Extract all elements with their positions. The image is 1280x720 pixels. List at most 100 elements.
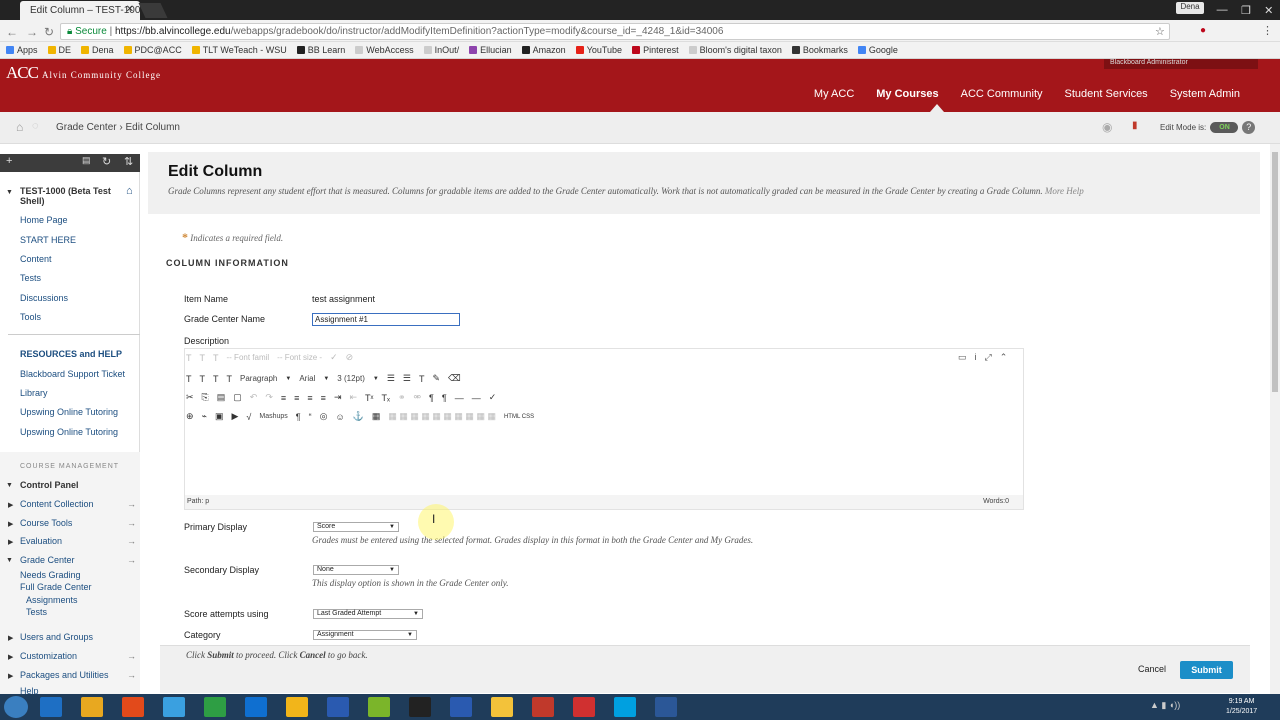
pinterest-ext-icon[interactable]: ● — [1200, 25, 1206, 36]
menu-link-library[interactable]: Library — [20, 388, 48, 398]
cp-packages[interactable]: ▶ Packages and Utilities → — [0, 668, 140, 686]
font-family-select[interactable]: -- Font famil — [227, 353, 270, 362]
more-help-link[interactable]: More Help — [1045, 186, 1084, 196]
close-tab-icon[interactable]: ✕ — [126, 4, 134, 15]
attach-icon[interactable]: ⌁ — [202, 411, 207, 422]
link-icon[interactable]: ⚭ — [398, 392, 406, 403]
preview-icon[interactable]: ▭ — [958, 352, 967, 363]
menu-link-tools[interactable]: Tools — [20, 312, 41, 322]
profile-button[interactable]: Dena — [1176, 2, 1204, 14]
link-icon[interactable]: ⊘ — [346, 352, 354, 363]
rtl-icon[interactable]: ¶ — [442, 393, 447, 403]
gc-name-input[interactable] — [312, 313, 460, 326]
nav-item-4[interactable]: System Admin — [1170, 88, 1240, 100]
control-panel-collapse-icon[interactable]: ▼ — [6, 482, 13, 489]
gc-full-grade-center[interactable]: Full Grade Center — [20, 582, 92, 592]
anchor-icon[interactable]: ⚓ — [353, 411, 364, 422]
home-page-icon[interactable]: ⌂ — [126, 185, 133, 197]
bookmark-6[interactable]: WebAccess — [355, 45, 414, 55]
bold-icon[interactable]: T — [186, 353, 192, 363]
college-logo[interactable]: ACC Alvin Community College — [6, 63, 161, 83]
undo-icon[interactable]: ↶ — [250, 392, 258, 403]
unlink-icon[interactable]: ⚮ — [413, 392, 421, 403]
breadcrumb-parent[interactable]: Grade Center — [56, 122, 117, 133]
edit-mode-toggle[interactable]: ON — [1210, 122, 1239, 133]
taskbar-app-icon[interactable] — [163, 697, 185, 717]
cp-users-groups[interactable]: ▶ Users and Groups — [0, 630, 140, 648]
page-scrollbar[interactable] — [1270, 144, 1280, 694]
justify-icon[interactable]: ≡ — [321, 393, 326, 403]
taskbar-app-icon[interactable] — [573, 697, 595, 717]
start-button-icon[interactable] — [4, 696, 28, 718]
highlight-icon[interactable]: ✎ — [432, 373, 440, 384]
table-tools-icon[interactable]: ▦ ▦ ▦ ▦ ▦ ▦ ▦ ▦ ▦ ▦ — [388, 411, 496, 422]
bookmark-10[interactable]: YouTube — [575, 45, 622, 55]
taskbar-app-icon[interactable] — [409, 697, 431, 717]
primary-display-select[interactable]: Score — [313, 522, 399, 532]
taskbar-app-icon[interactable] — [122, 697, 144, 717]
collapse-toolbar-icon[interactable]: ⌃ — [1000, 352, 1008, 363]
star-icon[interactable]: ☆ — [1155, 25, 1165, 38]
bookmark-7[interactable]: InOut/ — [423, 45, 459, 55]
italic-icon[interactable]: T — [200, 374, 206, 384]
cut-icon[interactable]: ✂ — [186, 392, 194, 403]
bold-icon[interactable]: T — [186, 374, 192, 384]
nav-item-1[interactable]: My Courses — [876, 88, 938, 100]
add-content-icon[interactable]: ⊕ — [186, 411, 194, 422]
paragraph-mark-icon[interactable]: ¶ — [296, 412, 301, 422]
spellcheck-icon[interactable]: ✓ — [330, 352, 338, 363]
subscript-icon[interactable]: Tₓ — [381, 393, 389, 403]
taskbar-app-icon[interactable] — [655, 697, 677, 717]
gc-assignments[interactable]: Assignments — [26, 595, 78, 605]
quote-icon[interactable]: “ — [309, 412, 312, 422]
reload-icon[interactable]: ↻ — [44, 25, 54, 39]
menu-link-upswing-2[interactable]: Upswing Online Tutoring — [20, 427, 118, 437]
gc-needs-grading[interactable]: Needs Grading — [20, 570, 81, 580]
indent-icon[interactable]: ⇥ — [334, 392, 342, 403]
minimize-icon[interactable]: — — [1217, 4, 1228, 16]
taskbar-app-icon[interactable] — [491, 697, 513, 717]
nav-item-3[interactable]: Student Services — [1065, 88, 1148, 100]
spellcheck-icon[interactable]: ✓ — [489, 392, 497, 403]
scrollbar-thumb[interactable] — [1272, 152, 1278, 392]
url-input[interactable]: 🔒︎ Secure | https://bb.alvincollege.edu/… — [60, 23, 1170, 40]
help-icon[interactable]: ? — [1242, 121, 1256, 134]
bookmark-9[interactable]: Amazon — [521, 45, 566, 55]
taskbar-app-icon[interactable] — [614, 697, 636, 717]
cp-grade-center[interactable]: ▼ Grade Center → — [0, 553, 140, 571]
align-right-icon[interactable]: ≡ — [307, 393, 312, 403]
special-char-icon[interactable]: ◎ — [320, 411, 328, 422]
maximize-icon[interactable]: ❐ — [1241, 4, 1251, 17]
bookmark-0[interactable]: Apps — [6, 45, 38, 55]
media-icon[interactable]: ▶ — [231, 411, 238, 422]
admin-user-menu[interactable]: Blackboard Administrator — [1104, 59, 1258, 69]
horizontal-rule-icon[interactable]: — — [455, 393, 464, 403]
menu-link-content[interactable]: Content — [20, 254, 52, 264]
superscript-icon[interactable]: Tˣ — [365, 393, 373, 403]
forward-icon[interactable]: → — [26, 25, 38, 39]
browser-tab[interactable]: Edit Column – TEST-1000 ✕ — [20, 1, 140, 20]
back-icon[interactable]: ← — [6, 25, 18, 39]
clock[interactable]: 9:19 AM 1/25/2017 — [1226, 697, 1257, 717]
secondary-display-select[interactable]: None — [313, 565, 399, 575]
bookmark-11[interactable]: Pinterest — [632, 45, 679, 55]
paragraph-select[interactable]: Paragraph — [240, 374, 277, 383]
submit-button[interactable]: Submit — [1180, 661, 1233, 679]
score-attempts-select[interactable]: Last Graded Attempt — [313, 609, 423, 619]
taskbar-app-icon[interactable] — [327, 697, 349, 717]
copy-icon[interactable]: ⎘ — [202, 392, 209, 403]
bookmark-5[interactable]: BB Learn — [296, 45, 345, 55]
fullscreen-icon[interactable]: ⤢ — [985, 352, 992, 363]
menu-link-support[interactable]: Blackboard Support Ticket — [20, 369, 125, 379]
bookmark-3[interactable]: PDC@ACC — [123, 45, 182, 55]
align-center-icon[interactable]: ≡ — [294, 393, 299, 403]
eye-icon[interactable]: ◉ — [1102, 120, 1112, 134]
bookmark-2[interactable]: Dena — [81, 45, 114, 55]
taskbar-app-icon[interactable] — [40, 697, 62, 717]
cp-evaluation[interactable]: ▶ Evaluation → — [0, 534, 140, 552]
menu-icon[interactable]: ⋮ — [1262, 24, 1273, 37]
text-color-icon[interactable]: T — [419, 374, 425, 384]
bookmark-12[interactable]: Bloom's digital taxon — [688, 45, 782, 55]
taskbar-app-icon[interactable] — [286, 697, 308, 717]
underline-icon[interactable]: T — [213, 374, 219, 384]
